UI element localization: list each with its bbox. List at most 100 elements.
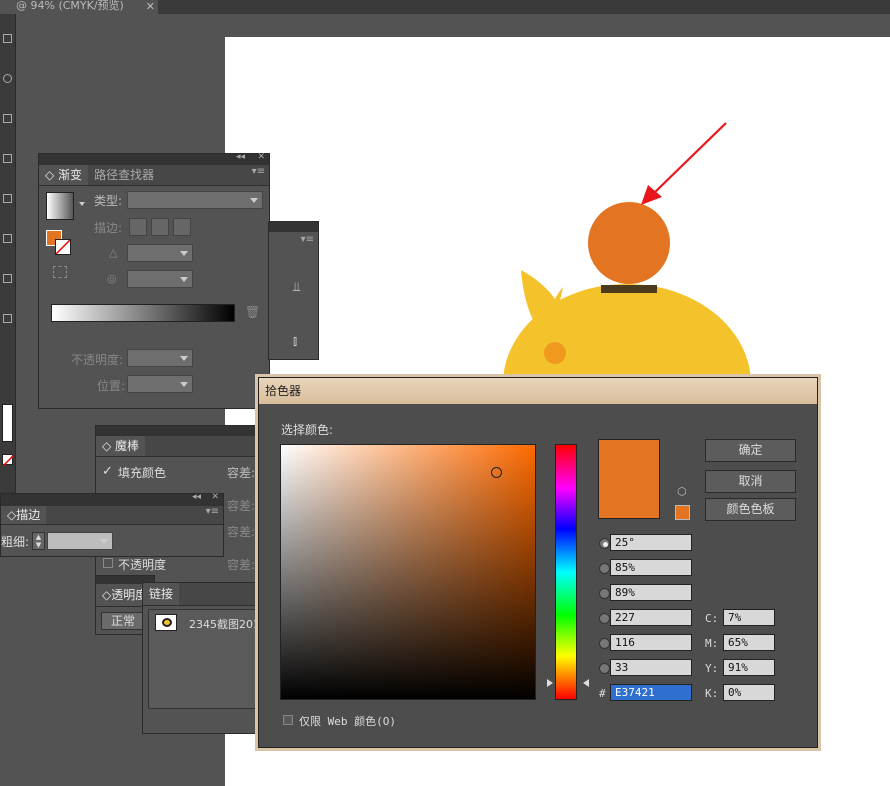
hue-slider-right-handle[interactable]	[579, 679, 589, 687]
link-thumbnail[interactable]	[155, 614, 177, 631]
cancel-button[interactable]: 取消	[705, 470, 796, 493]
type-label: 类型:	[94, 194, 123, 208]
lasso-tool-icon[interactable]	[3, 74, 12, 83]
collapse-icon[interactable]: ◂◂	[236, 152, 245, 162]
web-colors-only-label: 仅限 Web 颜色(O)	[299, 715, 396, 728]
opacity-label: 不透明度:	[71, 353, 124, 367]
tab-links[interactable]: 链接	[143, 583, 180, 605]
chevron-down-icon[interactable]	[79, 202, 85, 209]
document-tab-title: @ 94% (CMYK/预览)	[16, 0, 124, 12]
selection-tool-icon[interactable]	[3, 34, 12, 43]
saturation-input[interactable]: 85%	[610, 559, 692, 576]
gradient-thumbnail[interactable]	[46, 192, 74, 220]
tab-stroke[interactable]: ◇描边	[1, 506, 47, 524]
radio-brightness[interactable]	[599, 588, 610, 599]
tab-pathfinder[interactable]: 路径查找器	[88, 165, 160, 185]
color-field-cursor[interactable]	[491, 467, 502, 478]
magic-wand-tabs: ◇ 魔棒	[96, 436, 264, 457]
magenta-label: M:	[705, 637, 719, 650]
gradient-slider[interactable]	[51, 304, 235, 322]
tools-panel	[0, 14, 16, 504]
brightness-input[interactable]: 89%	[610, 584, 692, 601]
aspect-ratio-field[interactable]	[127, 270, 193, 288]
align-bottom-icon[interactable]: ⫫	[293, 280, 300, 295]
radio-red[interactable]	[599, 613, 610, 624]
coin	[588, 202, 670, 284]
gradient-tool-icon[interactable]	[3, 314, 12, 323]
none-swatch-icon[interactable]	[2, 454, 14, 466]
dialog-title: 拾色器	[259, 378, 817, 404]
radio-hue[interactable]	[599, 538, 610, 549]
trash-icon[interactable]: 🗑	[245, 305, 260, 319]
hue-slider[interactable]	[555, 444, 577, 700]
checkbox-fill-color[interactable]: ✓	[102, 464, 113, 479]
weight-field[interactable]	[47, 532, 113, 550]
magenta-input[interactable]: 65%	[723, 634, 775, 651]
radio-blue[interactable]	[599, 663, 610, 674]
web-colors-only-checkbox[interactable]	[283, 715, 293, 725]
radio-green[interactable]	[599, 638, 610, 649]
collapse-icon[interactable]: ◂◂	[192, 492, 201, 502]
panel-header[interactable]	[96, 426, 264, 436]
panel-header[interactable]: ◂◂ ✕	[1, 492, 223, 506]
position-field[interactable]	[127, 375, 193, 393]
close-icon[interactable]: ✕	[146, 1, 155, 12]
link-name[interactable]: 2345截图201	[189, 616, 260, 632]
hue-input[interactable]: 25°	[610, 534, 692, 551]
cyan-input[interactable]: 7%	[723, 609, 775, 626]
links-list: 2345截图201	[148, 609, 260, 709]
pen-tool-icon[interactable]	[3, 114, 12, 123]
black-input[interactable]: 0%	[723, 684, 775, 701]
radio-saturation[interactable]	[599, 563, 610, 574]
blend-mode-select[interactable]: 正常	[101, 612, 145, 630]
align-panel: ▾≡ ⫫ ⫾	[268, 221, 319, 360]
color-swatches-button[interactable]: 颜色色板	[705, 498, 796, 521]
weight-label: 粗细:	[1, 535, 30, 549]
hex-input[interactable]: E37421	[610, 684, 692, 701]
tolerance-label-2: 容差:	[227, 499, 256, 513]
weight-stepper[interactable]: ▲ ▼	[32, 532, 45, 550]
black-label: K:	[705, 687, 719, 700]
angle-field[interactable]	[127, 244, 193, 262]
stroke-swatch[interactable]	[55, 239, 71, 255]
panel-menu-icon[interactable]: ▾≡	[252, 166, 265, 177]
red-input[interactable]: 227	[610, 609, 692, 626]
checkbox-opacity[interactable]	[103, 558, 113, 568]
opacity-field[interactable]	[127, 349, 193, 367]
distribute-icon[interactable]: ⫾	[293, 334, 297, 349]
panel-header[interactable]: ◂◂ ✕	[39, 152, 269, 165]
panel-close-icon[interactable]: ✕	[257, 152, 265, 162]
document-tab[interactable]: @ 94% (CMYK/预览) ✕	[0, 0, 158, 14]
panel-close-icon[interactable]: ✕	[211, 492, 219, 502]
opacity-label: 不透明度	[118, 558, 167, 572]
green-input[interactable]: 116	[610, 634, 692, 651]
yellow-label: Y:	[705, 662, 719, 675]
shape-tool-icon[interactable]	[3, 194, 12, 203]
gradient-type-select[interactable]	[127, 191, 263, 209]
rotate-tool-icon[interactable]	[3, 274, 12, 283]
panel-header[interactable]	[269, 222, 318, 232]
tab-gradient[interactable]: ◇ 渐变	[39, 165, 89, 185]
type-tool-icon[interactable]	[3, 154, 12, 163]
stroke-tabs: ◇描边 ▾≡	[1, 506, 223, 525]
stroke-along-icon[interactable]	[151, 218, 169, 236]
color-field[interactable]	[280, 444, 536, 700]
links-tabs: 链接	[143, 583, 261, 606]
hex-label: #	[599, 687, 606, 700]
tab-magic-wand[interactable]: ◇ 魔棒	[96, 436, 146, 456]
stroke-across-icon[interactable]	[173, 218, 191, 236]
fill-color-swatch[interactable]	[2, 404, 13, 442]
panel-menu-icon[interactable]: ▾≡	[206, 506, 219, 517]
brush-tool-icon[interactable]	[3, 234, 12, 243]
new-color-preview	[598, 439, 660, 519]
blue-input[interactable]: 33	[610, 659, 692, 676]
panel-menu-icon[interactable]: ▾≡	[301, 234, 314, 245]
stroke-within-icon[interactable]	[129, 218, 147, 236]
coin-slot	[601, 285, 657, 293]
yellow-input[interactable]: 91%	[723, 659, 775, 676]
gamut-swatch[interactable]	[675, 505, 690, 520]
hue-slider-left-handle[interactable]	[547, 679, 557, 687]
out-of-gamut-cube-icon[interactable]: ⬡	[677, 485, 687, 498]
reverse-gradient-icon[interactable]	[53, 266, 67, 278]
ok-button[interactable]: 确定	[705, 439, 796, 462]
